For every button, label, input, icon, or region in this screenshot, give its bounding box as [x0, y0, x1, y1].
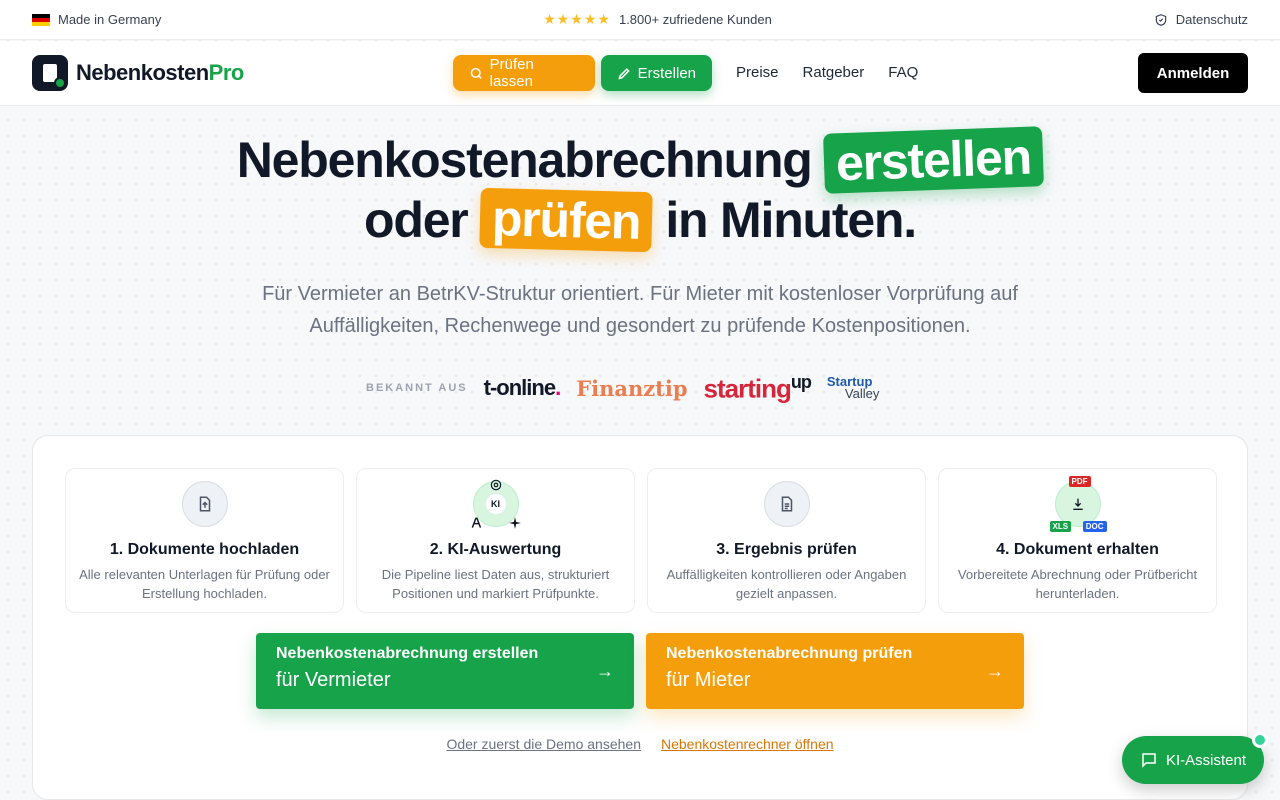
nav-link-ratgeber[interactable]: Ratgeber [791, 55, 877, 91]
highlight-erstellen: erstellen [823, 126, 1045, 194]
xls-badge: XLS [1049, 521, 1072, 532]
cta-title: Nebenkostenabrechnung prüfen [666, 645, 913, 662]
hero-subtitle: Für Vermieter an BetrKV-Struktur orienti… [262, 283, 1018, 337]
cta-sub: für Vermieter [276, 669, 391, 691]
startup-valley-logo: Startup Valley [826, 374, 880, 401]
arrow-right-icon: → [986, 661, 1004, 681]
document-icon [763, 481, 810, 527]
hero-line2-prefix: oder [364, 192, 469, 248]
step-title: 4. Dokument erhalten [996, 541, 1159, 558]
check-cta-button[interactable]: Nebenkostenabrechnung prüfen für Mieter … [646, 633, 1024, 709]
step-title: 1. Dokumente hochladen [109, 541, 300, 558]
hero-line2-suffix: in Minuten. [665, 192, 917, 248]
press-label: BEKANNT AUS [366, 382, 468, 394]
anthropic-icon [471, 517, 481, 528]
customers-count: 1.800+ zufriedene Kunden [618, 12, 772, 27]
step-desc: Die Pipeline liest Daten aus, strukturie… [381, 567, 610, 601]
startingup-logo: startingup [703, 371, 812, 404]
arrow-right-icon: → [596, 661, 614, 681]
upload-file-icon [181, 481, 228, 527]
login-button[interactable]: Anmelden [1138, 53, 1248, 93]
ki-assistant-button[interactable]: KI-Assistent [1122, 736, 1264, 784]
rechner-link[interactable]: Nebenkostenrechner öffnen [661, 736, 834, 752]
nav-link-faq[interactable]: FAQ [876, 55, 930, 91]
ki-icon: KI [471, 479, 521, 529]
shield-icon [1154, 13, 1168, 27]
german-flag-icon [32, 13, 50, 26]
chat-icon [1142, 753, 1156, 768]
pruefen-lassen-button[interactable]: Prüfen lassen [453, 55, 595, 91]
pdf-badge: PDF [1068, 476, 1091, 487]
logo-icon [32, 55, 68, 91]
press-logos: BEKANNT AUS t-online. Finanztip starting… [366, 370, 879, 406]
step-upload: 1. Dokumente hochladen Alle relevanten U… [65, 468, 344, 613]
finanztip-logo: Finanztip [576, 375, 688, 401]
made-in-germany: Made in Germany [32, 12, 161, 27]
star-rating-icon: ★★★★★ [543, 11, 611, 27]
assistant-label: KI-Assistent [1165, 751, 1247, 769]
process-card: 1. Dokumente hochladen Alle relevanten U… [32, 435, 1248, 800]
openai-icon [490, 479, 501, 491]
top-bar: Made in Germany ★★★★★ 1.800+ zufriedene … [0, 0, 1280, 40]
sparkle-icon [508, 517, 521, 529]
step-title: 2. KI-Auswertung [429, 541, 562, 558]
step-download: PDF XLS DOC 4. Dokument erhalten Vorbere… [938, 468, 1217, 613]
hero-line1: Nebenkostenabrechnung [236, 132, 813, 188]
logo-text: NebenkostenPro [76, 60, 244, 85]
steps: 1. Dokumente hochladen Alle relevanten U… [65, 468, 1217, 613]
privacy-link[interactable]: Datenschutz [1154, 12, 1248, 27]
step-desc: Auffälligkeiten kontrollieren oder Angab… [666, 567, 907, 601]
made-in-label: Made in Germany [58, 12, 162, 27]
pruefen-lassen-label: Prüfen lassen [489, 56, 534, 90]
hero-title: Nebenkostenabrechnung erstellen oder prü… [0, 126, 1280, 253]
demo-link[interactable]: Oder zuerst die Demo ansehen [446, 736, 641, 752]
search-icon [470, 67, 482, 79]
nav-link-preise[interactable]: Preise [724, 55, 791, 91]
cta-title: Nebenkostenabrechnung erstellen [276, 645, 539, 662]
step-desc: Vorbereitete Abrechnung oder Prüfbericht… [957, 567, 1198, 601]
step-desc: Alle relevanten Unterlagen für Prüfung o… [79, 567, 330, 601]
tonline-logo: t-online. [483, 375, 562, 400]
step-ki: KI 2. KI-Auswertung Die Pipeline liest D… [356, 468, 635, 613]
step-title: 3. Ergebnis prüfen [716, 541, 857, 558]
highlight-pruefen: prüfen [479, 187, 654, 253]
online-status-dot [1252, 732, 1268, 748]
pencil-icon [618, 67, 630, 79]
nav-links: Preise Ratgeber FAQ [724, 55, 930, 91]
privacy-label[interactable]: Datenschutz [1176, 12, 1248, 27]
download-icon: PDF XLS DOC [1049, 476, 1107, 532]
step-result: 3. Ergebnis prüfen Auffälligkeiten kontr… [647, 468, 926, 613]
cta-sub: für Mieter [666, 669, 751, 691]
ki-badge: KI [485, 494, 506, 514]
logo[interactable]: NebenkostenPro [32, 55, 244, 91]
erstellen-button[interactable]: Erstellen [601, 55, 712, 91]
doc-badge: DOC [1082, 521, 1107, 532]
nav-actions: Prüfen lassen Erstellen Preise Ratgeber … [453, 55, 930, 91]
rating: ★★★★★ 1.800+ zufriedene Kunden [543, 11, 772, 28]
secondary-links: Oder zuerst die Demo ansehen Nebenkosten… [33, 736, 1247, 752]
main-nav: NebenkostenPro Prüfen lassen Erstellen P… [0, 41, 1280, 106]
create-cta-button[interactable]: Nebenkostenabrechnung erstellen für Verm… [256, 633, 634, 709]
erstellen-label: Erstellen [637, 64, 696, 82]
